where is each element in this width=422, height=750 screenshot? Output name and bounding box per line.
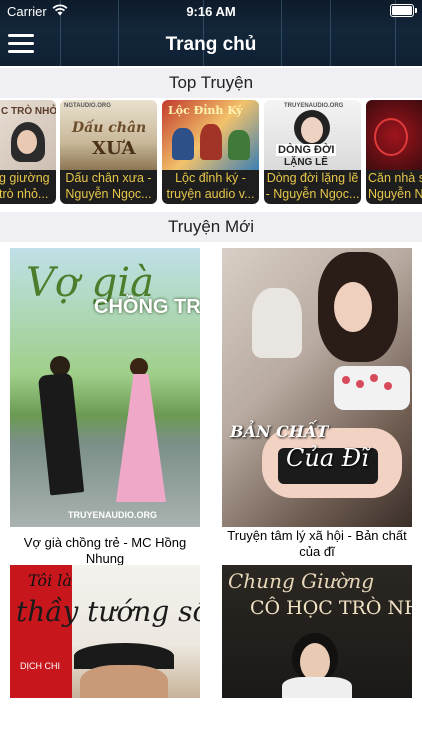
top-story-card[interactable]: C TRÒ NHỎ g giường trò nhỏ...: [0, 100, 56, 204]
top-story-card[interactable]: Lộc Đỉnh Ký Lộc đỉnh ký - truyện audio v…: [162, 100, 259, 204]
battery-icon: [390, 4, 417, 17]
top-story-caption: Căn nhà s Nguyễn N: [366, 170, 422, 204]
story-title: Vợ già chồng trẻ - MC Hồng Nhung: [23, 535, 187, 566]
page-title: Trang chủ: [165, 34, 257, 55]
story-title: Truyện tâm lý xã hội - Bản chất của đĩ: [227, 528, 407, 559]
top-story-card[interactable]: NGTAUDIO.ORG Dấu chân XƯA Dấu chân xưa -…: [60, 100, 157, 204]
top-story-caption: Lộc đỉnh ký - truyện audio v...: [162, 170, 259, 204]
top-story-caption: Dấu chân xưa - Nguyễn Ngọc...: [60, 170, 157, 204]
story-cover: Tôi là thầy tướng số DỊCH CHI: [10, 565, 200, 698]
status-bar: Carrier 9:16 AM: [0, 0, 422, 22]
top-story-card[interactable]: TRUYENAUDIO.ORG DÒNG ĐỜI LẶNG LẼ Dòng đờ…: [264, 100, 361, 204]
top-story-caption: g giường trò nhỏ...: [0, 170, 56, 204]
top-stories-carousel[interactable]: C TRÒ NHỎ g giường trò nhỏ... NGTAUDIO.O…: [0, 100, 422, 204]
status-time: 9:16 AM: [186, 4, 236, 19]
story-cover: Chung Giường CÔ HỌC TRÒ NHỎ: [222, 565, 412, 698]
top-story-card[interactable]: Căn nhà s Nguyễn N: [366, 100, 422, 204]
top-story-caption: Dòng đời lặng lẽ - Nguyễn Ngọc...: [264, 170, 361, 204]
story-cover: BẢN CHẤT Của Đĩ: [222, 248, 412, 527]
top-section-title: Top Truyện: [0, 68, 422, 98]
navigation-bar: Carrier 9:16 AM Trang chủ: [0, 0, 422, 66]
new-section-title: Truyện Mới: [0, 212, 422, 242]
story-cover: Vợ già CHỒNG TRẺ TRUYENAUDIO.ORG: [10, 248, 200, 527]
